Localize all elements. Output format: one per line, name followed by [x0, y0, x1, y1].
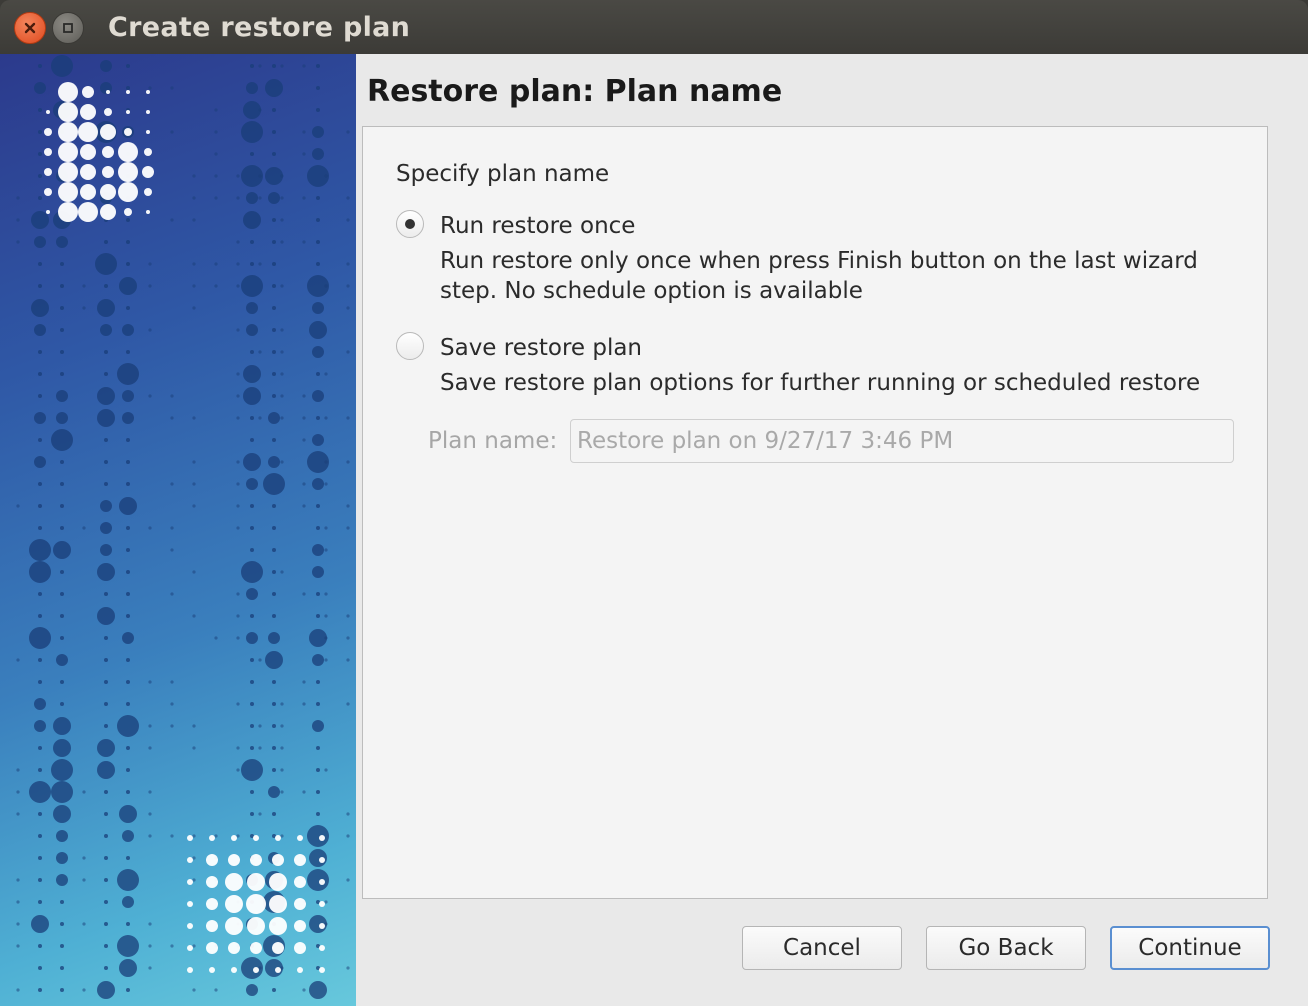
run-once-label[interactable]: Run restore once: [440, 213, 635, 239]
section-label: Specify plan name: [396, 161, 610, 187]
window-title: Create restore plan: [108, 12, 411, 43]
options-panel: Specify plan name Run restore once Run r…: [362, 126, 1268, 899]
continue-button[interactable]: Continue: [1110, 926, 1270, 970]
minimize-button[interactable]: [52, 12, 84, 44]
close-button[interactable]: [14, 12, 46, 44]
save-plan-label[interactable]: Save restore plan: [440, 335, 642, 361]
save-plan-radio[interactable]: [396, 332, 424, 360]
close-icon: [24, 22, 36, 34]
run-once-description: Run restore only once when press Finish …: [440, 248, 1198, 304]
run-once-radio[interactable]: [396, 210, 424, 238]
plan-name-label: Plan name:: [428, 428, 558, 454]
banner-dot-pattern: [16, 55, 350, 999]
plan-name-input[interactable]: [570, 419, 1234, 463]
title-bar: Create restore plan: [0, 0, 1308, 54]
wizard-banner: [0, 54, 356, 1006]
go-back-button[interactable]: Go Back: [926, 926, 1086, 970]
cancel-button[interactable]: Cancel: [742, 926, 902, 970]
save-plan-description: Save restore plan options for further ru…: [440, 370, 1201, 396]
wizard-content: Restore plan: Plan name Specify plan nam…: [356, 54, 1308, 1006]
page-title: Restore plan: Plan name: [367, 74, 783, 109]
minimize-icon: [63, 23, 73, 33]
